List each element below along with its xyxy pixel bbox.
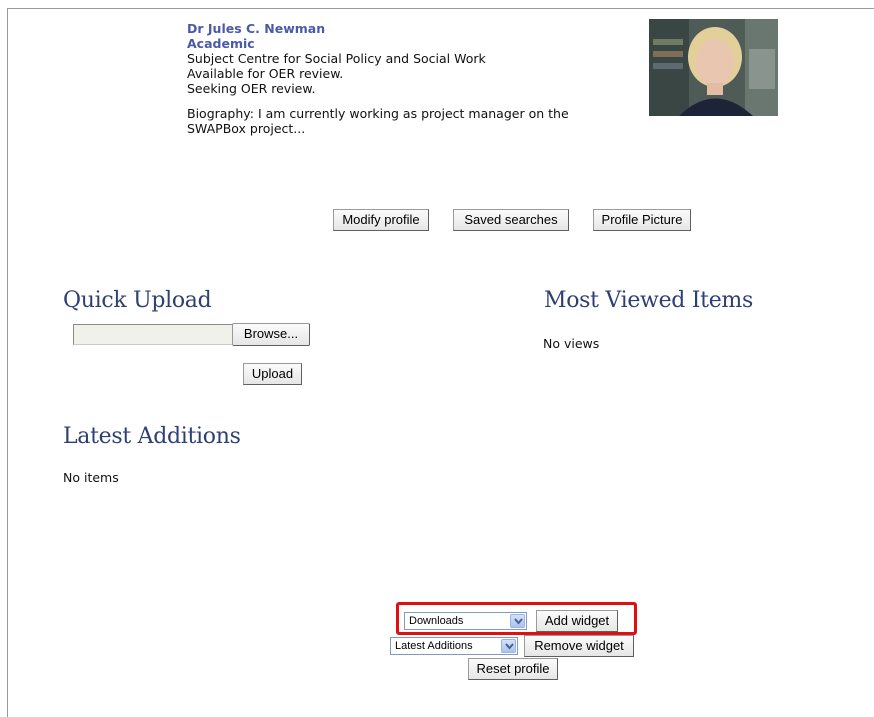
biography-line: Biography: I am currently working as pro… — [187, 106, 569, 121]
profile-name[interactable]: Dr Jules C. Newman — [187, 21, 627, 36]
profile-picture-button[interactable]: Profile Picture — [593, 209, 691, 231]
quick-upload-title: Quick Upload — [63, 288, 212, 313]
profile-summary: Dr Jules C. Newman Academic Subject Cent… — [187, 21, 627, 136]
latest-additions-empty-text: No items — [63, 470, 119, 485]
highlight-box — [396, 602, 637, 635]
modify-profile-button[interactable]: Modify profile — [333, 209, 429, 231]
biography-line: SWAPBox project... — [187, 121, 306, 136]
profile-biography: Biography: I am currently working as pro… — [187, 106, 627, 136]
saved-searches-button[interactable]: Saved searches — [453, 209, 569, 231]
most-viewed-empty-text: No views — [543, 336, 600, 351]
review-seeking-status: Seeking OER review. — [187, 81, 316, 96]
remove-widget-button[interactable]: Remove widget — [524, 635, 634, 657]
profile-department: Subject Centre for Social Policy and Soc… — [187, 51, 486, 66]
reset-profile-button[interactable]: Reset profile — [468, 658, 558, 680]
upload-file-field[interactable] — [73, 324, 233, 345]
browse-button[interactable]: Browse... — [232, 323, 310, 346]
profile-photo — [649, 19, 778, 116]
latest-additions-title: Latest Additions — [63, 424, 241, 449]
most-viewed-title: Most Viewed Items — [544, 288, 753, 313]
profile-role: Academic — [187, 36, 255, 51]
remove-widget-select-value: Latest Additions — [395, 640, 473, 652]
remove-widget-select[interactable]: Latest Additions — [390, 637, 518, 655]
review-available-status: Available for OER review. — [187, 66, 344, 81]
chevron-down-icon — [501, 639, 516, 653]
profile-photo-image — [649, 19, 778, 116]
upload-button[interactable]: Upload — [243, 363, 302, 385]
